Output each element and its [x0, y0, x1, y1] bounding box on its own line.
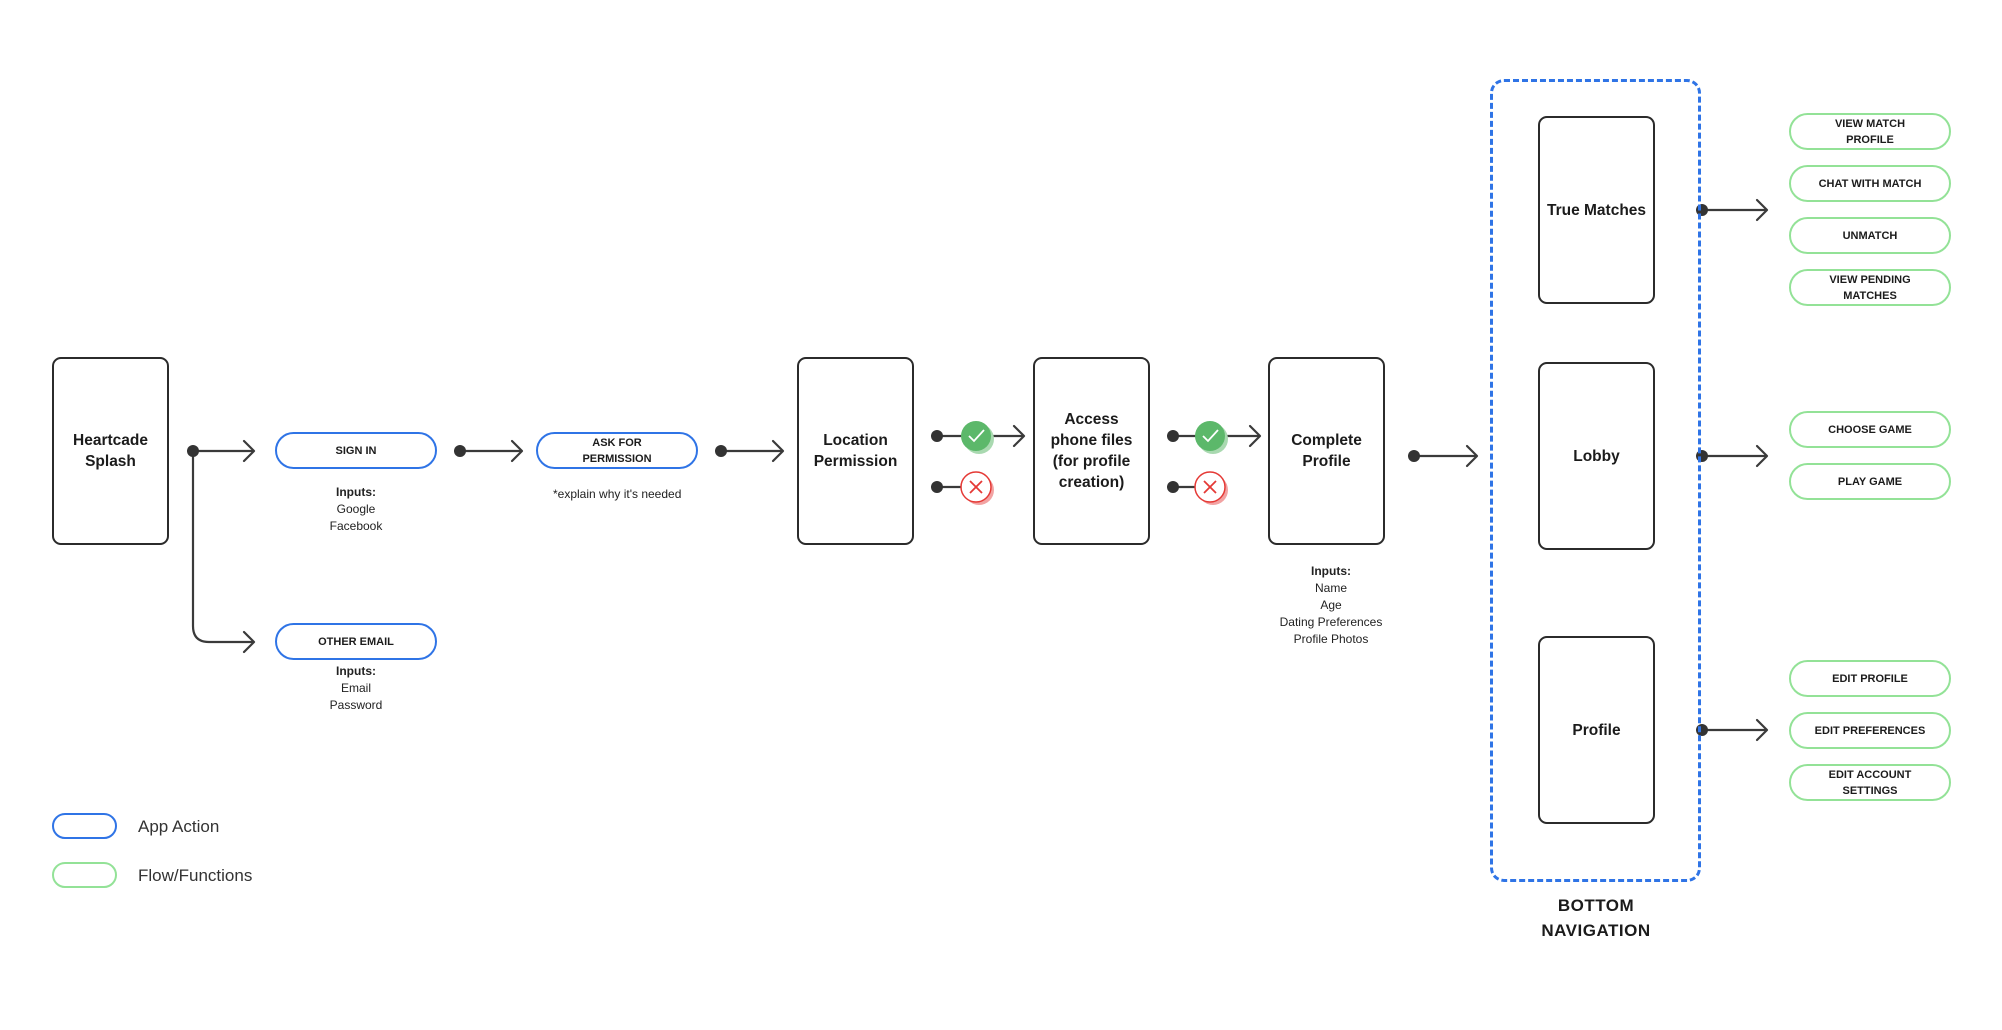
- legend-app-action-swatch: [52, 813, 117, 839]
- edit-preferences-function[interactable]: EDIT PREFERENCES: [1789, 712, 1951, 749]
- connector-dot: [1167, 430, 1179, 442]
- inputs-heading: Inputs:: [336, 485, 376, 499]
- view-match-profile-function[interactable]: VIEW MATCH PROFILE: [1789, 113, 1951, 150]
- screen-label: Access phone files (for profile creation…: [1050, 411, 1133, 491]
- input-item: Facebook: [329, 519, 383, 533]
- label-line: BOTTOM: [1557, 896, 1635, 915]
- bottom-navigation-label: BOTTOM NAVIGATION: [1496, 893, 1696, 943]
- pill-label: VIEW PENDING MATCHES: [1829, 273, 1911, 302]
- edit-account-settings-function[interactable]: EDIT ACCOUNT SETTINGS: [1789, 764, 1951, 801]
- pill-label: SIGN IN: [335, 444, 377, 457]
- sign-in-inputs: Inputs: Google Facebook: [296, 484, 416, 535]
- pill-label: CHOOSE GAME: [1828, 423, 1912, 436]
- connector-dot: [1408, 450, 1420, 462]
- screen-label: Location Permission: [813, 432, 898, 470]
- screen-complete-profile[interactable]: Complete Profile: [1268, 357, 1385, 545]
- legend-flow-functions-label: Flow/Functions: [138, 866, 253, 885]
- connector-dot: [931, 481, 943, 493]
- pill-label: CHAT WITH MATCH: [1818, 177, 1922, 190]
- pill-label: OTHER EMAIL: [318, 635, 394, 648]
- connector-dot: [187, 445, 199, 457]
- choose-game-function[interactable]: CHOOSE GAME: [1789, 411, 1951, 448]
- screen-label: Heartcade Splash: [73, 432, 148, 470]
- screen-location-permission[interactable]: Location Permission: [797, 357, 914, 545]
- input-item: Google: [336, 502, 376, 516]
- inputs-heading: Inputs:: [336, 664, 376, 678]
- ask-permission-action[interactable]: ASK FOR PERMISSION: [536, 432, 698, 469]
- pill-label: EDIT PROFILE: [1832, 672, 1908, 685]
- connector-dot: [931, 430, 943, 442]
- sign-in-action[interactable]: SIGN IN: [275, 432, 437, 469]
- connector-dot: [454, 445, 466, 457]
- pill-label: PLAY GAME: [1837, 475, 1903, 488]
- input-item: Age: [1320, 598, 1342, 612]
- screen-label: True Matches: [1546, 201, 1647, 219]
- other-email-action[interactable]: OTHER EMAIL: [275, 623, 437, 660]
- view-pending-matches-function[interactable]: VIEW PENDING MATCHES: [1789, 269, 1951, 306]
- label-line: NAVIGATION: [1541, 921, 1651, 940]
- pill-label: EDIT PREFERENCES: [1814, 724, 1926, 737]
- screen-label: Complete Profile: [1291, 432, 1362, 470]
- connector-splash-other-email: [191, 449, 255, 644]
- edit-profile-function[interactable]: EDIT PROFILE: [1789, 660, 1951, 697]
- accept-check-icon: [961, 421, 994, 454]
- connector-dot: [1167, 481, 1179, 493]
- screen-label: Profile: [1572, 721, 1621, 739]
- chat-with-match-function[interactable]: CHAT WITH MATCH: [1789, 165, 1951, 202]
- pill-label: UNMATCH: [1842, 229, 1898, 242]
- screen-heartcade-splash[interactable]: Heartcade Splash: [52, 357, 169, 545]
- ask-permission-note: *explain why it's needed: [553, 487, 682, 501]
- screen-true-matches[interactable]: True Matches: [1538, 116, 1655, 304]
- legend-flow-functions-swatch: [52, 862, 117, 888]
- accept-check-icon: [1195, 421, 1228, 454]
- pill-label: ASK FOR PERMISSION: [582, 436, 652, 465]
- pill-label: VIEW MATCH PROFILE: [1834, 117, 1906, 146]
- reject-x-icon: [1194, 471, 1228, 505]
- reject-x-icon: [960, 471, 994, 505]
- input-item: Profile Photos: [1293, 632, 1369, 646]
- other-email-inputs: Inputs: Email Password: [296, 663, 416, 714]
- play-game-function[interactable]: PLAY GAME: [1789, 463, 1951, 500]
- complete-profile-inputs: Inputs: Name Age Dating Preferences Prof…: [1261, 563, 1401, 648]
- screen-access-phone-files[interactable]: Access phone files (for profile creation…: [1033, 357, 1150, 545]
- screen-profile[interactable]: Profile: [1538, 636, 1655, 824]
- screen-label: Lobby: [1573, 447, 1620, 465]
- pill-label: EDIT ACCOUNT SETTINGS: [1828, 768, 1912, 797]
- input-item: Password: [329, 698, 383, 712]
- legend-app-action-label: App Action: [138, 817, 220, 836]
- inputs-heading: Inputs:: [1311, 564, 1351, 578]
- connector-dot: [715, 445, 727, 457]
- screen-lobby[interactable]: Lobby: [1538, 362, 1655, 550]
- unmatch-function[interactable]: UNMATCH: [1789, 217, 1951, 254]
- input-item: Dating Preferences: [1279, 615, 1383, 629]
- input-item: Name: [1314, 581, 1347, 595]
- input-item: Email: [340, 681, 371, 695]
